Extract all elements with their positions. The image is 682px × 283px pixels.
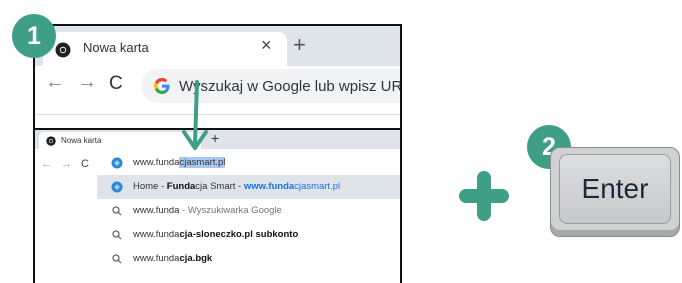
chrome-icon: [55, 42, 71, 58]
suggestion-url-rest: cjasmart.pl: [294, 181, 341, 192]
tab-title: Nowa karta: [61, 136, 102, 145]
suggestion-prefix: www.funda: [133, 229, 180, 240]
forward-arrow-icon[interactable]: →: [77, 72, 97, 92]
typed-text: www.funda: [133, 157, 180, 168]
suggestion-item[interactable]: www.fundacja-sloneczko.pl subkonto: [97, 223, 400, 247]
down-arrow-icon: [182, 80, 208, 150]
back-arrow-icon[interactable]: ←: [45, 72, 65, 92]
search-icon: [112, 230, 122, 240]
tab-strip: Nowa karta +: [35, 130, 400, 149]
suggestion-prefix: Home -: [133, 181, 167, 192]
suggestion-text: www.fundacja.bgk: [133, 253, 212, 264]
suggestion-bold: Funda: [166, 181, 196, 192]
reload-icon[interactable]: C: [81, 158, 89, 170]
address-input[interactable]: www.fundacjasmart.pl: [97, 151, 400, 175]
suggestion-text: www.fundacja-sloneczko.pl subkonto: [133, 229, 298, 240]
browser-window-bottom: Nowa karta + ← → C www.fundacjasmart.pl …: [33, 128, 402, 283]
step-badge-1: 1: [12, 14, 56, 58]
tab-strip: Nowa karta × +: [35, 26, 400, 66]
forward-arrow-icon[interactable]: →: [61, 158, 72, 170]
suggestion-item[interactable]: www.fundacja.bgk: [97, 247, 400, 271]
suggestion-item[interactable]: www.funda - Wyszukiwarka Google: [97, 199, 400, 223]
site-favicon-icon: [111, 157, 123, 169]
search-icon: [112, 206, 122, 216]
suggestion-text: Home - Fundacja Smart - www.fundacjasmar…: [133, 181, 340, 192]
browser-window-top: Nowa karta × + ← → C Wyszukaj w Google l…: [33, 24, 402, 128]
google-icon: [154, 78, 170, 94]
tab-new-tab[interactable]: Nowa karta ×: [43, 32, 287, 66]
close-icon[interactable]: ×: [261, 36, 272, 54]
suggestion-gray: - Wyszukiwarka Google: [179, 205, 282, 216]
suggestion-prefix: www.funda: [133, 205, 180, 216]
chrome-icon: [46, 136, 56, 146]
plus-icon: [459, 171, 509, 221]
suggestion-prefix: www.funda: [133, 253, 180, 264]
reload-icon[interactable]: C: [109, 74, 123, 94]
suggestion-mid: cja Smart -: [195, 181, 244, 192]
enter-key-label: Enter: [581, 173, 649, 204]
omnibox-dropdown: www.fundacjasmart.pl Home - Fundacja Sma…: [97, 151, 400, 271]
suggestion-item[interactable]: Home - Fundacja Smart - www.fundacjasmar…: [97, 175, 400, 199]
new-tab-button[interactable]: +: [293, 34, 306, 56]
suggestion-url-bold: www.funda: [243, 181, 295, 192]
enter-key[interactable]: Enter: [550, 147, 680, 237]
site-favicon-icon: [111, 181, 123, 193]
divider: [35, 114, 400, 115]
suggestion-bold: cja.bgk: [179, 253, 213, 264]
instruction-graphic: Nowa karta × + ← → C Wyszukaj w Google l…: [0, 0, 682, 283]
tab-title: Nowa karta: [83, 40, 149, 55]
back-arrow-icon[interactable]: ←: [41, 158, 52, 170]
suggestion-text: www.funda - Wyszukiwarka Google: [133, 205, 282, 216]
search-icon: [112, 254, 122, 264]
suggestion-bold: cja-sloneczko.pl subkonto: [179, 229, 299, 240]
toolbar: ← → C Wyszukaj w Google lub wpisz URL: [35, 66, 400, 110]
enter-key-cap: Enter: [559, 154, 671, 224]
